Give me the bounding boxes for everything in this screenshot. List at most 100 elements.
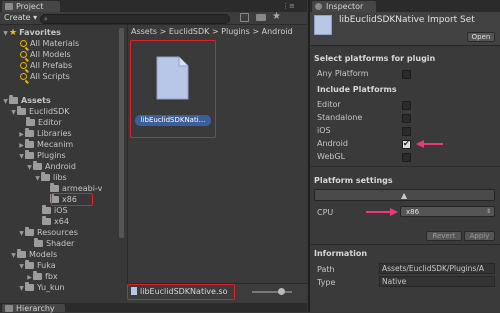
platform-label-ios: iOS	[317, 126, 331, 135]
tree-label: Models	[29, 250, 58, 259]
platform-checkbox-ios[interactable]	[402, 127, 411, 136]
tree-item-editor[interactable]: Editor	[26, 117, 62, 128]
chevron-down-icon: ▼	[19, 285, 24, 292]
saved-search-icon	[20, 62, 27, 69]
platform-tab-android[interactable]: ▲	[314, 189, 495, 201]
chevron-down-icon: ▼	[11, 252, 16, 259]
favorites-header[interactable]: ▼★ Favorites	[2, 27, 61, 38]
tab-inspector-label: Inspector	[326, 2, 364, 11]
tree-item-euclidsdk[interactable]: ▼ EuclidSDK	[10, 106, 70, 117]
file-thumbnail[interactable]	[155, 56, 189, 100]
cpu-dropdown[interactable]: x86 ⇕	[400, 206, 495, 217]
favorite-label: All Models	[30, 50, 71, 59]
zoom-slider[interactable]	[252, 288, 292, 295]
tab-hierarchy[interactable]: Hierarchy	[1, 303, 66, 313]
tree-item-x64[interactable]: x64	[42, 216, 69, 227]
platform-checkbox-webgl[interactable]	[402, 153, 411, 162]
chevron-down-icon: ▼	[3, 98, 8, 105]
tree-item-plugins[interactable]: ▼ Plugins	[18, 150, 66, 161]
zoom-slider-thumb[interactable]	[278, 288, 285, 295]
folder-icon	[17, 106, 26, 115]
tree-label: Plugins	[37, 151, 66, 160]
breadcrumb: Assets > EuclidSDK > Plugins > Android	[131, 26, 303, 37]
folder-icon	[34, 238, 43, 247]
tree-item-mecanim[interactable]: ▶ Mecanim	[18, 139, 73, 150]
tree-item-ios[interactable]: iOS	[42, 205, 68, 216]
tree-item-shader[interactable]: Shader	[34, 238, 74, 249]
platform-checkbox-android[interactable]	[402, 139, 411, 149]
arrow-head-cpu	[390, 208, 398, 216]
favorite-all-prefabs[interactable]: All Prefabs	[20, 60, 72, 71]
tree-item-resources[interactable]: ▼ Resources	[18, 227, 78, 238]
breadcrumb-euclidsdk[interactable]: EuclidSDK	[169, 27, 210, 36]
platform-label-standalone: Standalone	[317, 113, 363, 122]
folder-icon	[25, 227, 34, 236]
arrow-to-android-checkbox	[423, 143, 443, 145]
favorite-all-scripts[interactable]: All Scripts	[20, 71, 70, 82]
tree-label: EuclidSDK	[29, 107, 70, 116]
platform-settings-heading: Platform settings	[314, 176, 393, 185]
folder-icon	[42, 216, 51, 225]
tree-item-android[interactable]: ▼ Android	[26, 161, 76, 172]
chevron-down-icon: ▼	[3, 30, 8, 37]
tree-label: Assets	[21, 96, 51, 105]
filter-label-icon[interactable]	[256, 14, 266, 21]
breadcrumb-plugins[interactable]: Plugins	[221, 27, 250, 36]
dropdown-arrows-icon: ⇕	[485, 208, 491, 215]
cpu-dropdown-value: x86	[406, 208, 420, 216]
filter-type-icon[interactable]	[240, 13, 249, 22]
tree-item-yu-kun[interactable]: ▼ Yu_kun	[18, 282, 65, 293]
tree-item-fbx[interactable]: ▶ fbx	[26, 271, 58, 282]
folder-icon	[25, 260, 34, 269]
android-icon: ▲	[401, 191, 408, 200]
tree-label: Yu_kun	[37, 283, 65, 292]
tree-label: Shader	[46, 239, 75, 248]
folder-icon	[26, 117, 35, 126]
include-platforms-heading: Include Platforms	[317, 85, 397, 94]
tab-project[interactable]: Project	[1, 0, 61, 12]
star-filter-icon[interactable]: ★	[272, 11, 281, 22]
tree-label: Android	[45, 162, 76, 171]
tree-label: fbx	[45, 272, 58, 281]
apply-button[interactable]: Apply	[464, 231, 495, 241]
tree-scrollbar[interactable]	[119, 28, 124, 238]
create-button[interactable]: Create ▾	[4, 13, 37, 23]
tree-item-libraries[interactable]: ▶ Libraries	[18, 128, 72, 139]
project-icon	[5, 3, 13, 10]
search-input[interactable]: ⌕	[40, 14, 230, 24]
platform-label-editor: Editor	[317, 100, 341, 109]
selected-file-name: libEuclidSDKNative.so	[140, 287, 228, 296]
chevron-down-icon: ▼	[11, 109, 16, 116]
open-button[interactable]: Open	[467, 32, 495, 42]
type-label: Type	[317, 278, 336, 287]
tree-item-assets[interactable]: ▼ Assets	[2, 95, 51, 106]
tree-item-libs[interactable]: ▼ libs	[34, 172, 67, 183]
selected-file-path: libEuclidSDKNative.so	[131, 287, 228, 296]
favorite-all-materials[interactable]: All Materials	[20, 38, 79, 49]
type-value: Native	[382, 277, 407, 286]
tree-item-models[interactable]: ▼ Models	[10, 249, 57, 260]
favorite-all-models[interactable]: All Models	[20, 49, 71, 60]
panel-menu-icon[interactable]: ⋮≡	[282, 2, 300, 10]
folder-icon	[33, 271, 42, 280]
folder-icon	[25, 139, 34, 148]
tree-item-fuka[interactable]: ▼ Fuka	[18, 260, 56, 271]
tree-label: Mecanim	[37, 140, 74, 149]
folder-icon	[25, 282, 34, 291]
breadcrumb-android[interactable]: Android	[262, 27, 293, 36]
tab-inspector[interactable]: Inspector	[311, 0, 377, 12]
type-field: Native	[379, 276, 495, 287]
platform-checkbox-standalone[interactable]	[402, 114, 411, 123]
saved-search-icon	[20, 51, 27, 58]
revert-button[interactable]: Revert	[426, 231, 462, 241]
any-platform-label: Any Platform	[317, 69, 369, 78]
star-icon: ★	[9, 28, 18, 38]
any-platform-checkbox[interactable]	[402, 70, 411, 79]
breadcrumb-assets[interactable]: Assets	[131, 27, 157, 36]
path-label: Path	[317, 265, 335, 274]
chevron-down-icon: ▼	[19, 263, 24, 270]
file-thumbnail-label[interactable]: libEuclidSDKNati...	[135, 115, 211, 126]
project-tree: ▼★ Favorites All Materials All Models All…	[0, 25, 125, 303]
platform-checkbox-editor[interactable]	[402, 101, 411, 110]
saved-search-icon	[20, 40, 27, 47]
